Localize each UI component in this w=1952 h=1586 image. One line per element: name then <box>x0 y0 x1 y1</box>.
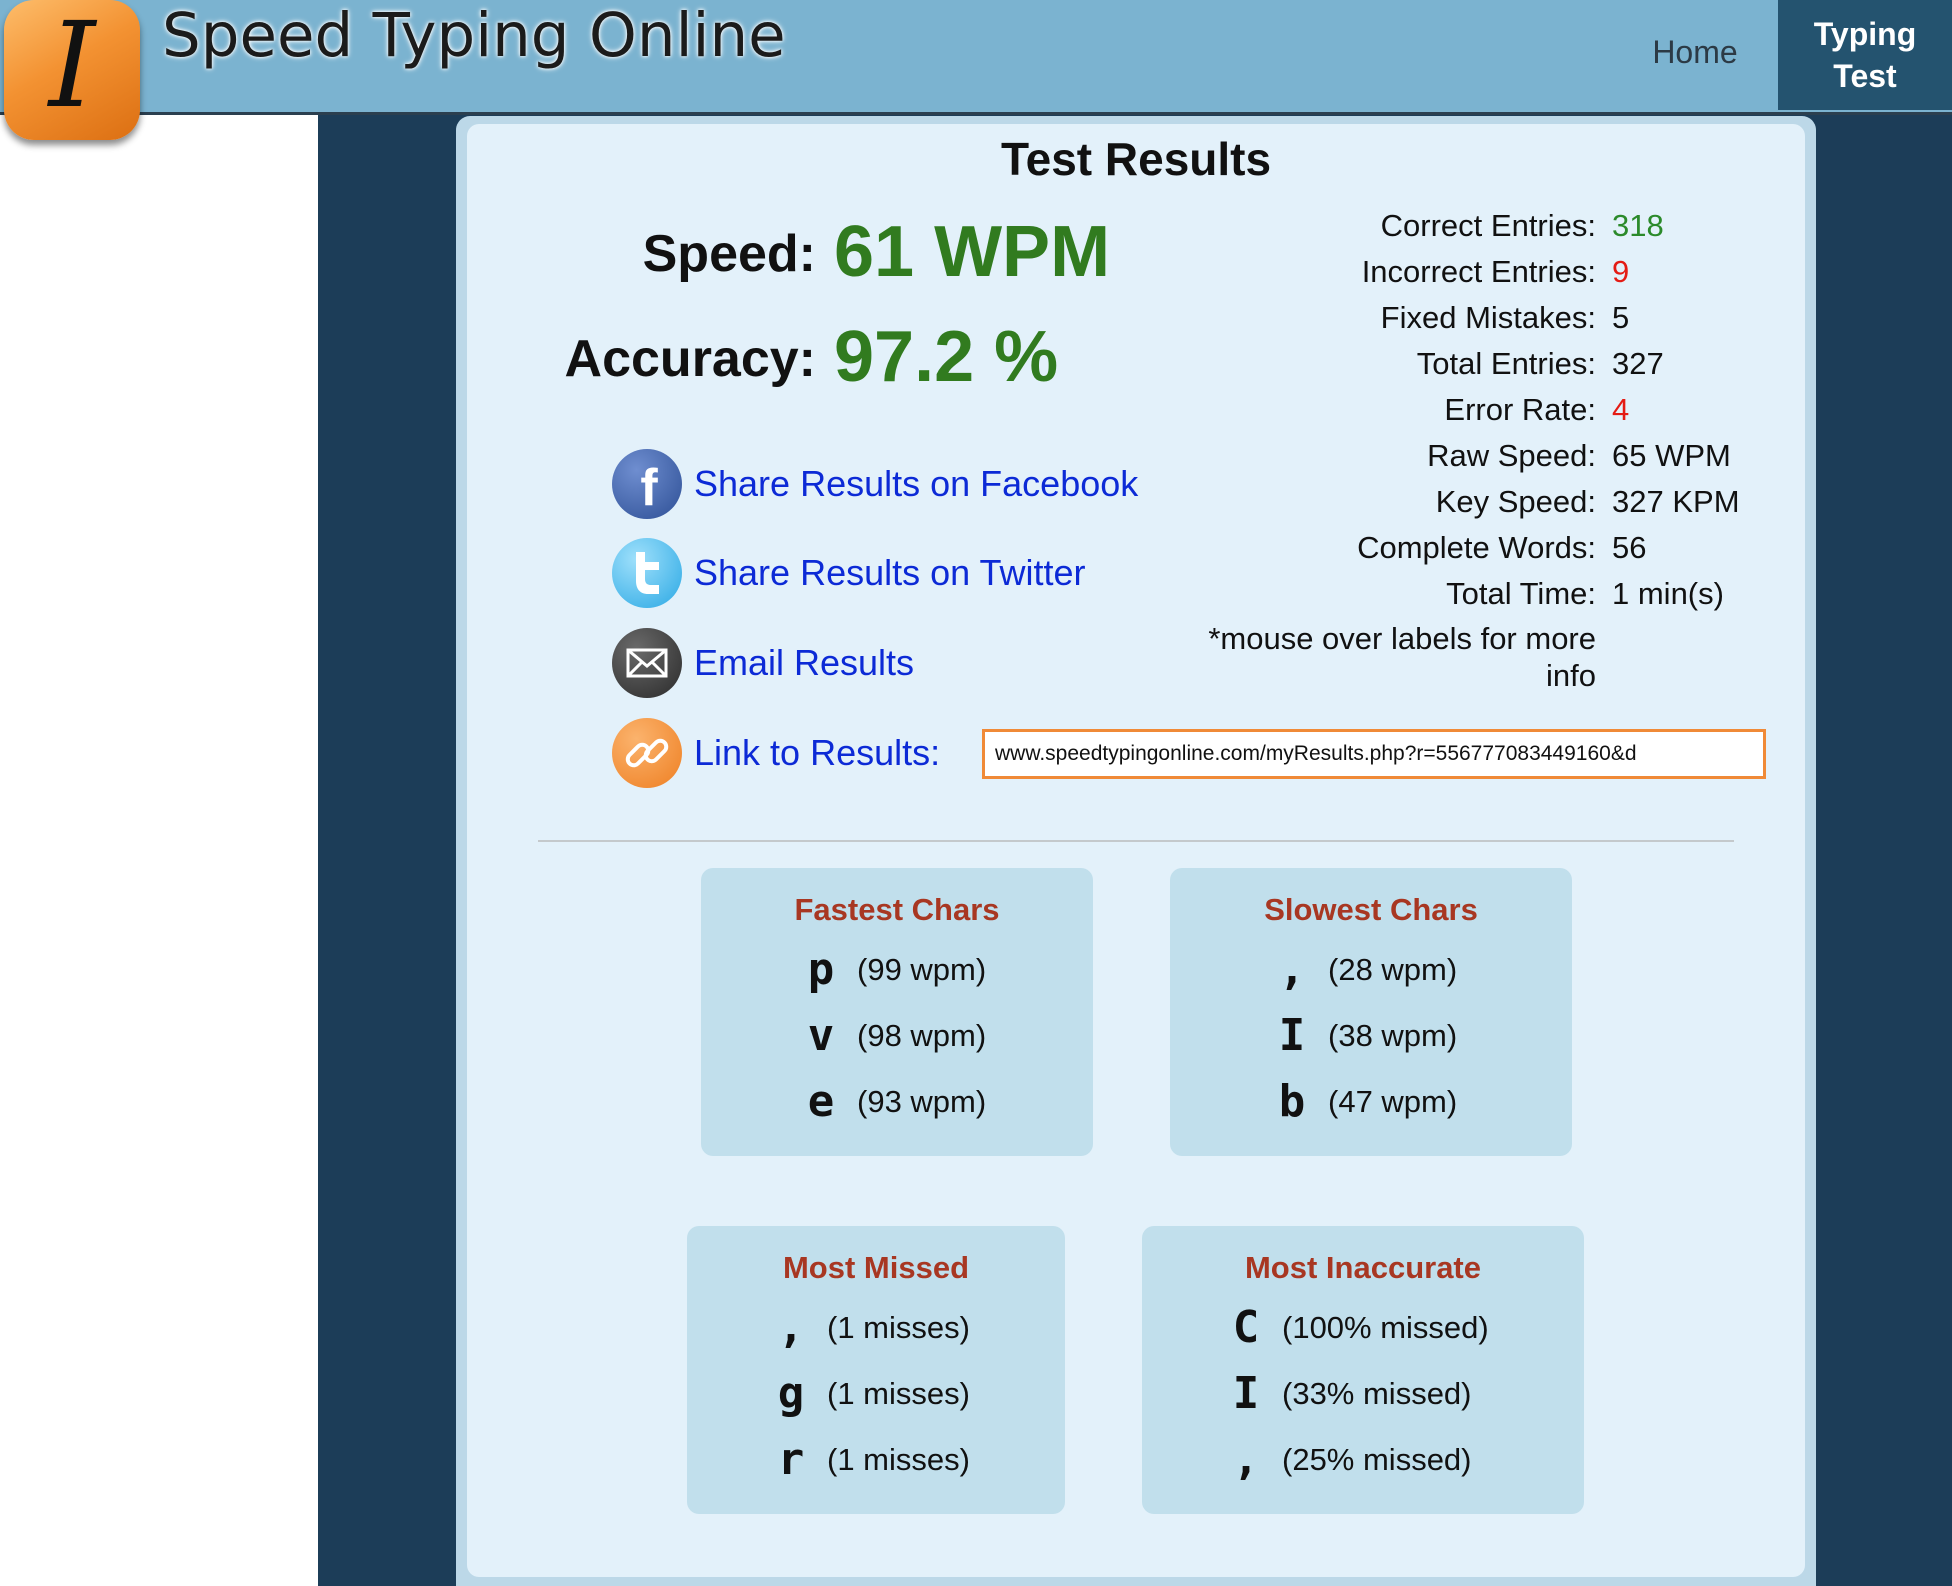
char-glyph: , <box>777 1302 805 1353</box>
box-title: Slowest Chars <box>1264 892 1478 927</box>
stat-key-speed[interactable]: Key Speed: 327 KPM <box>1180 482 1740 522</box>
box-title: Fastest Chars <box>794 892 1000 927</box>
char-glyph: C <box>1232 1302 1260 1353</box>
char-detail: (1 misses) <box>827 1310 970 1345</box>
share-twitter-link[interactable]: Share Results on Twitter <box>694 552 1086 594</box>
site-header: Speed Typing Online Home Typing Test <box>0 0 1952 115</box>
most-inaccurate-box: Most Inaccurate C (100% missed) I (33% m… <box>1142 1226 1584 1514</box>
site-title[interactable]: Speed Typing Online <box>162 0 786 72</box>
stat-value: 4 <box>1612 392 1630 427</box>
most-missed-box: Most Missed , (1 misses) g (1 misses) r … <box>687 1226 1065 1514</box>
char-row: g (1 misses) <box>771 1370 970 1418</box>
char-glyph: , <box>1278 944 1306 995</box>
section-divider <box>538 840 1734 842</box>
stat-value: 327 <box>1612 346 1664 381</box>
char-detail: (38 wpm) <box>1328 1018 1458 1053</box>
speed-label[interactable]: Speed: <box>416 222 816 286</box>
stat-complete-words[interactable]: Complete Words: 56 <box>1180 528 1646 568</box>
twitter-icon <box>612 538 682 608</box>
char-row: , (28 wpm) <box>1272 946 1457 994</box>
char-row: v (98 wpm) <box>801 1012 986 1060</box>
char-detail: (47 wpm) <box>1328 1084 1458 1119</box>
results-link-field[interactable]: www.speedtypingonline.com/myResults.php?… <box>982 729 1766 779</box>
char-detail: (25% missed) <box>1282 1442 1472 1477</box>
stat-total-entries[interactable]: Total Entries: 327 <box>1180 344 1664 384</box>
stat-label: Incorrect Entries: <box>1361 254 1596 289</box>
char-glyph: I <box>1232 1368 1260 1419</box>
speed-value: 61 WPM <box>834 212 1111 292</box>
char-glyph: v <box>807 1010 835 1061</box>
link-icon <box>612 718 682 788</box>
stat-correct-entries[interactable]: Correct Entries: 318 <box>1180 206 1664 246</box>
nav-typing-test-tab[interactable]: Typing Test <box>1778 0 1952 110</box>
char-glyph: I <box>1278 1010 1306 1061</box>
stat-error-rate[interactable]: Error Rate: 4 <box>1180 390 1629 430</box>
char-detail: (100% missed) <box>1282 1310 1489 1345</box>
stat-value: 327 KPM <box>1612 484 1740 519</box>
char-row: I (33% missed) <box>1226 1370 1472 1418</box>
stat-label: Correct Entries: <box>1380 208 1596 243</box>
char-row: C (100% missed) <box>1226 1304 1489 1352</box>
accuracy-label[interactable]: Accuracy: <box>416 327 816 391</box>
char-row: r (1 misses) <box>771 1436 970 1484</box>
stat-label: Raw Speed: <box>1427 438 1596 473</box>
stat-value: 1 min(s) <box>1612 576 1724 611</box>
char-row: I (38 wpm) <box>1272 1012 1457 1060</box>
site-logo[interactable]: I <box>4 0 140 140</box>
nav-home-link[interactable]: Home <box>1620 32 1770 72</box>
char-row: , (25% missed) <box>1226 1436 1472 1484</box>
char-glyph: r <box>777 1434 805 1485</box>
char-glyph: e <box>807 1076 835 1127</box>
char-row: e (93 wpm) <box>801 1078 986 1126</box>
stat-label: Fixed Mistakes: <box>1380 300 1596 335</box>
email-results-row[interactable]: Email Results <box>612 627 914 699</box>
nav-typing-test-label: Typing Test <box>1813 16 1917 94</box>
svg-text:f: f <box>640 459 658 517</box>
char-detail: (28 wpm) <box>1328 952 1458 987</box>
char-detail: (98 wpm) <box>857 1018 987 1053</box>
stat-value: 5 <box>1612 300 1630 335</box>
char-row: , (1 misses) <box>771 1304 970 1352</box>
accuracy-value: 97.2 % <box>834 317 1059 397</box>
stat-value: 318 <box>1612 208 1664 243</box>
facebook-icon: f <box>612 449 682 519</box>
stat-incorrect-entries[interactable]: Incorrect Entries: 9 <box>1180 252 1630 292</box>
char-detail: (99 wpm) <box>857 952 987 987</box>
stat-raw-speed[interactable]: Raw Speed: 65 WPM <box>1180 436 1731 476</box>
stat-total-time[interactable]: Total Time: 1 min(s) <box>1180 574 1724 614</box>
char-glyph: , <box>1232 1434 1260 1485</box>
fastest-chars-box: Fastest Chars p (99 wpm) v (98 wpm) e (9… <box>701 868 1093 1156</box>
slowest-chars-box: Slowest Chars , (28 wpm) I (38 wpm) b (4… <box>1170 868 1572 1156</box>
stat-value: 56 <box>1612 530 1647 565</box>
stat-label: Total Entries: <box>1416 346 1596 381</box>
email-results-link[interactable]: Email Results <box>694 642 914 684</box>
stat-label: Key Speed: <box>1435 484 1596 519</box>
page-title: Test Results <box>1000 133 1272 185</box>
char-glyph: g <box>777 1368 805 1419</box>
char-detail: (93 wpm) <box>857 1084 987 1119</box>
email-icon <box>612 628 682 698</box>
link-results-row: Link to Results: <box>612 717 940 789</box>
box-title: Most Inaccurate <box>1244 1250 1481 1285</box>
box-title: Most Missed <box>782 1250 970 1285</box>
char-detail: (1 misses) <box>827 1442 970 1477</box>
char-glyph: b <box>1278 1076 1306 1127</box>
char-detail: (1 misses) <box>827 1376 970 1411</box>
stat-label: Complete Words: <box>1357 530 1596 565</box>
mouse-over-note: *mouse over labels for more info <box>1208 621 1596 693</box>
share-facebook-link[interactable]: Share Results on Facebook <box>694 463 1138 505</box>
share-facebook-row[interactable]: f Share Results on Facebook <box>612 448 1138 520</box>
stat-value: 65 WPM <box>1612 438 1731 473</box>
stat-label: Total Time: <box>1446 576 1596 611</box>
char-detail: (33% missed) <box>1282 1376 1472 1411</box>
char-glyph: p <box>807 944 835 995</box>
char-row: p (99 wpm) <box>801 946 986 994</box>
char-row: b (47 wpm) <box>1272 1078 1457 1126</box>
share-twitter-row[interactable]: Share Results on Twitter <box>612 537 1086 609</box>
stat-label: Error Rate: <box>1444 392 1596 427</box>
link-results-label: Link to Results: <box>694 732 941 773</box>
logo-glyph: I <box>48 0 96 134</box>
stat-fixed-mistakes[interactable]: Fixed Mistakes: 5 <box>1180 298 1630 338</box>
stat-value: 9 <box>1612 254 1630 289</box>
